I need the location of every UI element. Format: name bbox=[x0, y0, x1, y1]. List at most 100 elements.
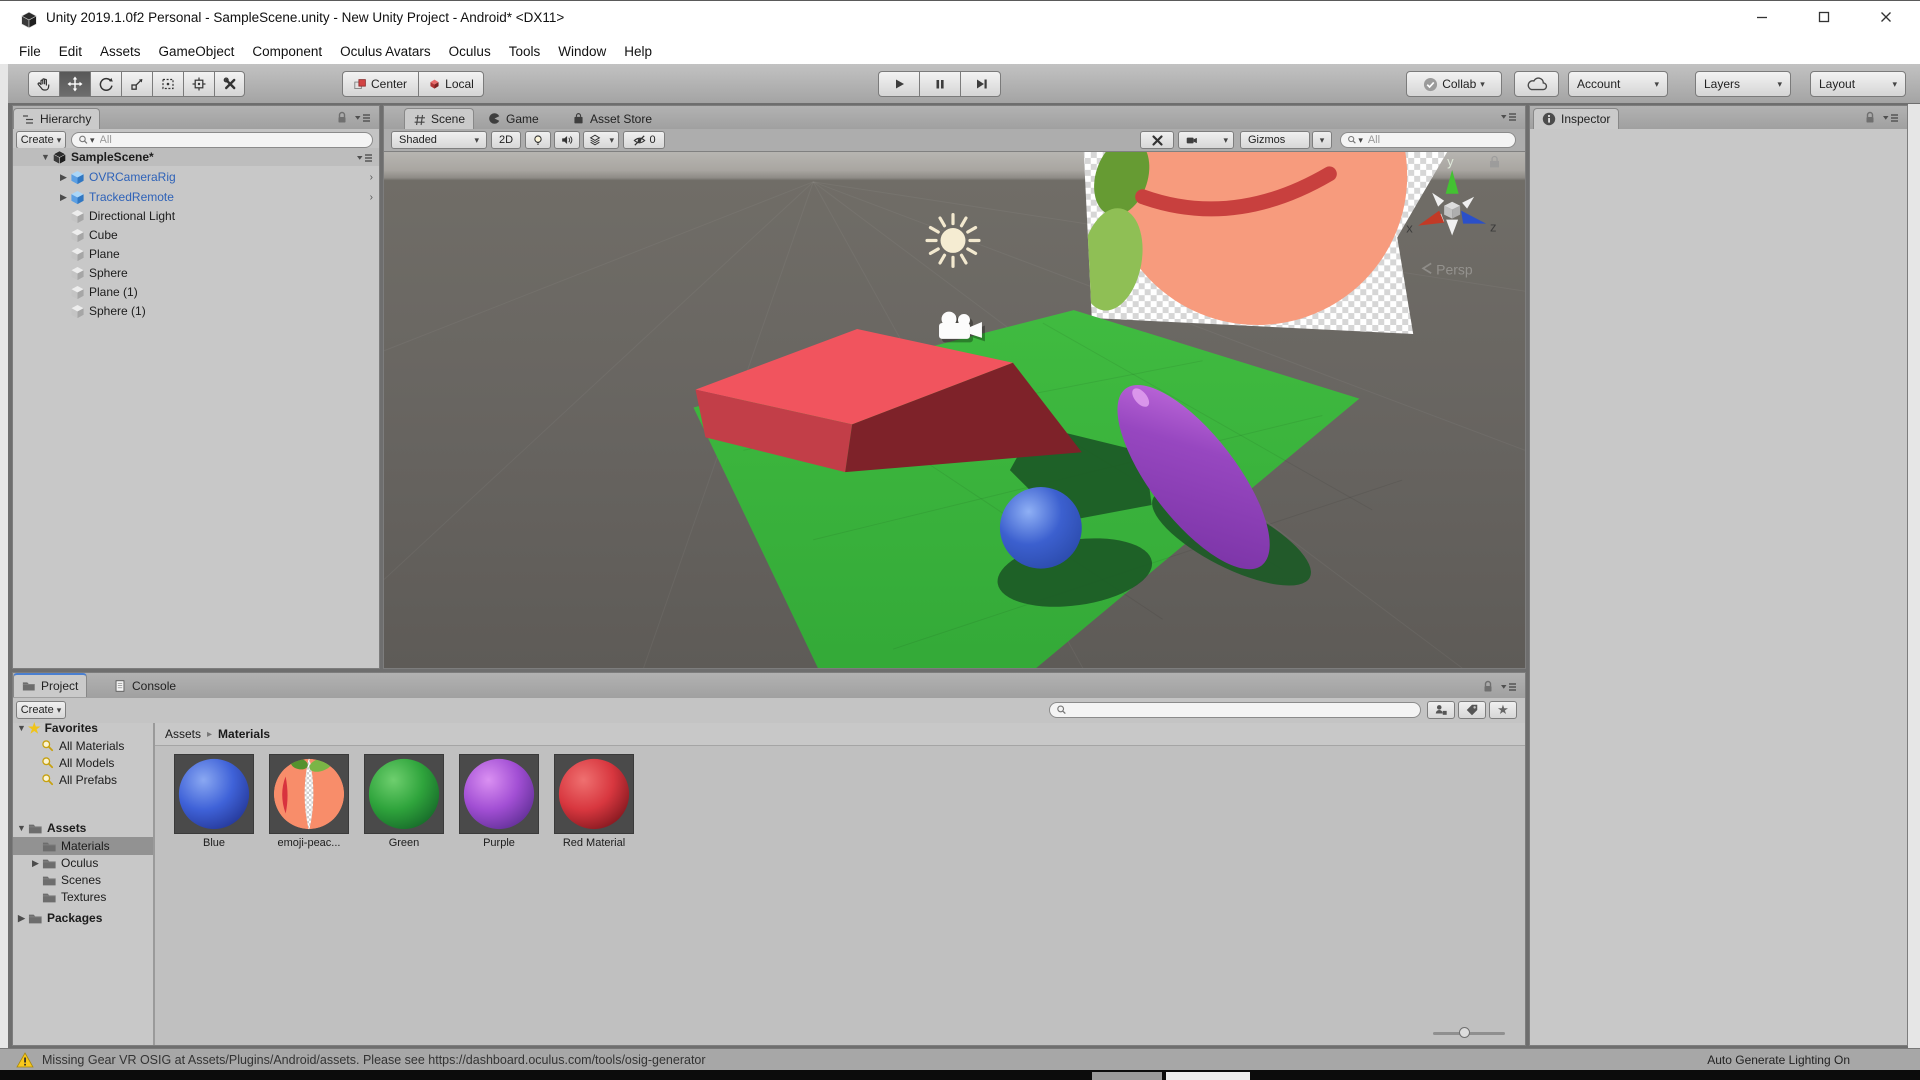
hierarchy-create-button[interactable]: Create▾ bbox=[16, 131, 66, 149]
space-mode-button[interactable]: Local bbox=[418, 71, 484, 97]
pane-menu-icon[interactable] bbox=[353, 112, 371, 124]
assets-root[interactable]: ▼Assets bbox=[13, 819, 153, 837]
breadcrumb-current[interactable]: Materials bbox=[218, 727, 270, 741]
custom-tool-button[interactable] bbox=[214, 71, 245, 97]
status-bar[interactable]: Missing Gear VR OSIG at Assets/Plugins/A… bbox=[0, 1048, 1920, 1070]
effects-dropdown[interactable]: ▾ bbox=[583, 131, 619, 149]
asset-material-red[interactable]: Red Material bbox=[554, 754, 634, 849]
tab-hierarchy[interactable]: Hierarchy bbox=[13, 108, 100, 129]
asset-material-peach[interactable]: emoji-peac... bbox=[269, 754, 349, 849]
lighting-toggle-button[interactable] bbox=[525, 131, 551, 149]
tree-item-scenes[interactable]: Scenes bbox=[13, 871, 153, 889]
expand-arrow-icon[interactable]: ▶ bbox=[15, 913, 28, 924]
hierarchy-item[interactable]: Cube bbox=[13, 226, 379, 244]
shading-mode-dropdown[interactable]: Shaded▾ bbox=[391, 131, 487, 149]
play-button[interactable] bbox=[878, 71, 919, 97]
pane-menu-icon[interactable] bbox=[1499, 111, 1517, 123]
scale-tool-button[interactable] bbox=[121, 71, 152, 97]
tab-project[interactable]: Project bbox=[13, 673, 87, 697]
collapse-arrow-icon[interactable]: ▼ bbox=[15, 723, 28, 733]
rect-tool-button[interactable] bbox=[152, 71, 183, 97]
slider-knob[interactable] bbox=[1459, 1027, 1470, 1038]
scene-camera-dropdown[interactable]: ▾ bbox=[1178, 131, 1234, 149]
pane-menu-icon[interactable] bbox=[1499, 681, 1517, 693]
hierarchy-search-field[interactable]: ▾ bbox=[71, 132, 373, 148]
tab-console[interactable]: Console bbox=[105, 675, 184, 696]
collapse-arrow-icon[interactable]: ▼ bbox=[39, 152, 52, 162]
tree-item-all-models[interactable]: All Models bbox=[13, 754, 153, 772]
lock-icon[interactable] bbox=[1865, 111, 1875, 124]
account-dropdown[interactable]: Account▾ bbox=[1568, 71, 1668, 97]
pivot-mode-button[interactable]: Center bbox=[342, 71, 418, 97]
blue-sphere[interactable] bbox=[1000, 487, 1082, 569]
hierarchy-search-input[interactable] bbox=[98, 133, 366, 147]
prefab-arrow-icon[interactable]: › bbox=[370, 172, 373, 183]
favorites-filter-button[interactable]: ★ bbox=[1489, 701, 1517, 719]
menu-oculus-avatars[interactable]: Oculus Avatars bbox=[331, 44, 440, 59]
tab-game[interactable]: Game bbox=[480, 108, 547, 129]
lock-icon[interactable] bbox=[337, 111, 347, 124]
project-search-field[interactable] bbox=[1049, 702, 1421, 718]
hierarchy-item[interactable]: ▶TrackedRemote› bbox=[13, 188, 379, 206]
asset-material-purple[interactable]: Purple bbox=[459, 754, 539, 849]
tree-item-all-prefabs[interactable]: All Prefabs bbox=[13, 771, 153, 789]
menu-component[interactable]: Component bbox=[243, 44, 331, 59]
expand-arrow-icon[interactable]: ▶ bbox=[57, 192, 70, 203]
menu-file[interactable]: File bbox=[10, 44, 50, 59]
asset-material-green[interactable]: Green bbox=[364, 754, 444, 849]
auto-generate-lighting-toggle[interactable]: Auto Generate Lighting On bbox=[1707, 1053, 1850, 1067]
audio-toggle-button[interactable] bbox=[554, 131, 580, 149]
scene-search-field[interactable]: ▾ bbox=[1340, 132, 1516, 148]
step-button[interactable] bbox=[960, 71, 1001, 97]
move-tool-button[interactable] bbox=[59, 71, 90, 97]
scene-menu-icon[interactable] bbox=[355, 152, 373, 164]
tree-item-oculus[interactable]: ▶Oculus bbox=[13, 854, 153, 872]
hierarchy-item[interactable]: Plane (1) bbox=[13, 283, 379, 301]
gizmos-dropdown[interactable]: Gizmos bbox=[1240, 131, 1310, 149]
hierarchy-item[interactable]: Sphere (1) bbox=[13, 302, 379, 320]
status-message[interactable]: Missing Gear VR OSIG at Assets/Plugins/A… bbox=[42, 1053, 706, 1067]
rotate-tool-button[interactable] bbox=[90, 71, 121, 97]
peach-texture-plane[interactable] bbox=[1073, 152, 1447, 334]
layout-dropdown[interactable]: Layout▾ bbox=[1810, 71, 1906, 97]
hierarchy-item[interactable]: Sphere bbox=[13, 264, 379, 282]
menu-gameobject[interactable]: GameObject bbox=[150, 44, 244, 59]
search-by-type-button[interactable] bbox=[1427, 701, 1455, 719]
collab-button[interactable]: Collab▾ bbox=[1406, 71, 1502, 97]
search-by-label-button[interactable] bbox=[1458, 701, 1486, 719]
expand-arrow-icon[interactable]: ▶ bbox=[57, 172, 70, 183]
menu-oculus[interactable]: Oculus bbox=[440, 44, 500, 59]
scene-search-input[interactable] bbox=[1366, 133, 1509, 147]
menu-help[interactable]: Help bbox=[615, 44, 661, 59]
collapse-arrow-icon[interactable]: ▼ bbox=[15, 823, 28, 833]
title-bar[interactable]: Unity 2019.1.0f2 Personal - SampleScene.… bbox=[0, 0, 1920, 38]
packages-root[interactable]: ▶Packages bbox=[13, 909, 153, 927]
tab-inspector[interactable]: Inspector bbox=[1533, 108, 1619, 129]
thumbnail-size-slider[interactable] bbox=[1433, 1027, 1505, 1039]
scene-tools-button[interactable] bbox=[1140, 131, 1174, 149]
menu-edit[interactable]: Edit bbox=[50, 44, 91, 59]
hierarchy-item[interactable]: ▶OVRCameraRig› bbox=[13, 168, 379, 186]
maximize-button[interactable] bbox=[1800, 1, 1848, 32]
tab-asset-store[interactable]: Asset Store bbox=[564, 108, 660, 129]
lock-icon[interactable] bbox=[1483, 680, 1493, 693]
pane-menu-icon[interactable] bbox=[1881, 112, 1899, 124]
menu-assets[interactable]: Assets bbox=[91, 44, 150, 59]
tree-item-textures[interactable]: Textures bbox=[13, 888, 153, 906]
favorites-root[interactable]: ▼★Favorites bbox=[13, 719, 153, 737]
hand-tool-button[interactable] bbox=[28, 71, 59, 97]
scene-viewport[interactable]: y x z Persp bbox=[384, 151, 1525, 668]
minimize-button[interactable] bbox=[1738, 1, 1786, 32]
menu-window[interactable]: Window bbox=[549, 44, 615, 59]
2d-toggle-button[interactable]: 2D bbox=[491, 131, 521, 149]
menu-tools[interactable]: Tools bbox=[500, 44, 550, 59]
gizmos-caret-button[interactable]: ▾ bbox=[1312, 131, 1332, 149]
expand-arrow-icon[interactable]: ▶ bbox=[29, 858, 42, 869]
hierarchy-item[interactable]: Plane bbox=[13, 245, 379, 263]
layers-dropdown[interactable]: Layers▾ bbox=[1695, 71, 1791, 97]
pause-button[interactable] bbox=[919, 71, 960, 97]
asset-material-blue[interactable]: Blue bbox=[174, 754, 254, 849]
hierarchy-item[interactable]: Directional Light bbox=[13, 207, 379, 225]
project-search-input[interactable] bbox=[1067, 703, 1414, 717]
tree-item-all-materials[interactable]: All Materials bbox=[13, 737, 153, 755]
